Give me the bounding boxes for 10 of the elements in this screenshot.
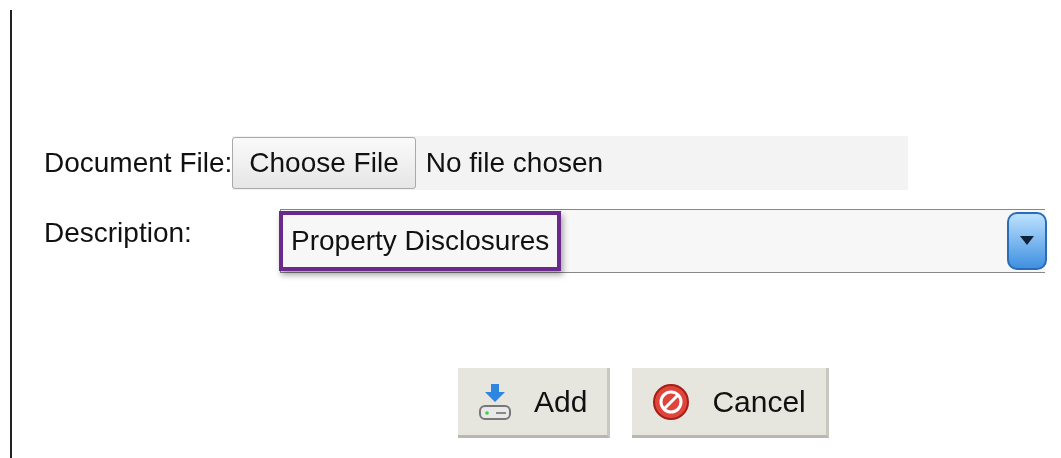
- description-select[interactable]: Property Disclosures: [280, 209, 1045, 273]
- selected-value: Property Disclosures: [279, 211, 562, 271]
- choose-file-button[interactable]: Choose File: [232, 137, 416, 189]
- file-status: No file chosen: [425, 147, 604, 179]
- field-label: Document File:: [44, 147, 233, 179]
- download-drive-icon: [478, 381, 512, 422]
- cancel-button[interactable]: Cancel: [632, 368, 829, 438]
- field-label: Description:: [44, 216, 193, 249]
- add-button[interactable]: Add: [458, 368, 611, 438]
- prohibited-icon: [652, 382, 691, 421]
